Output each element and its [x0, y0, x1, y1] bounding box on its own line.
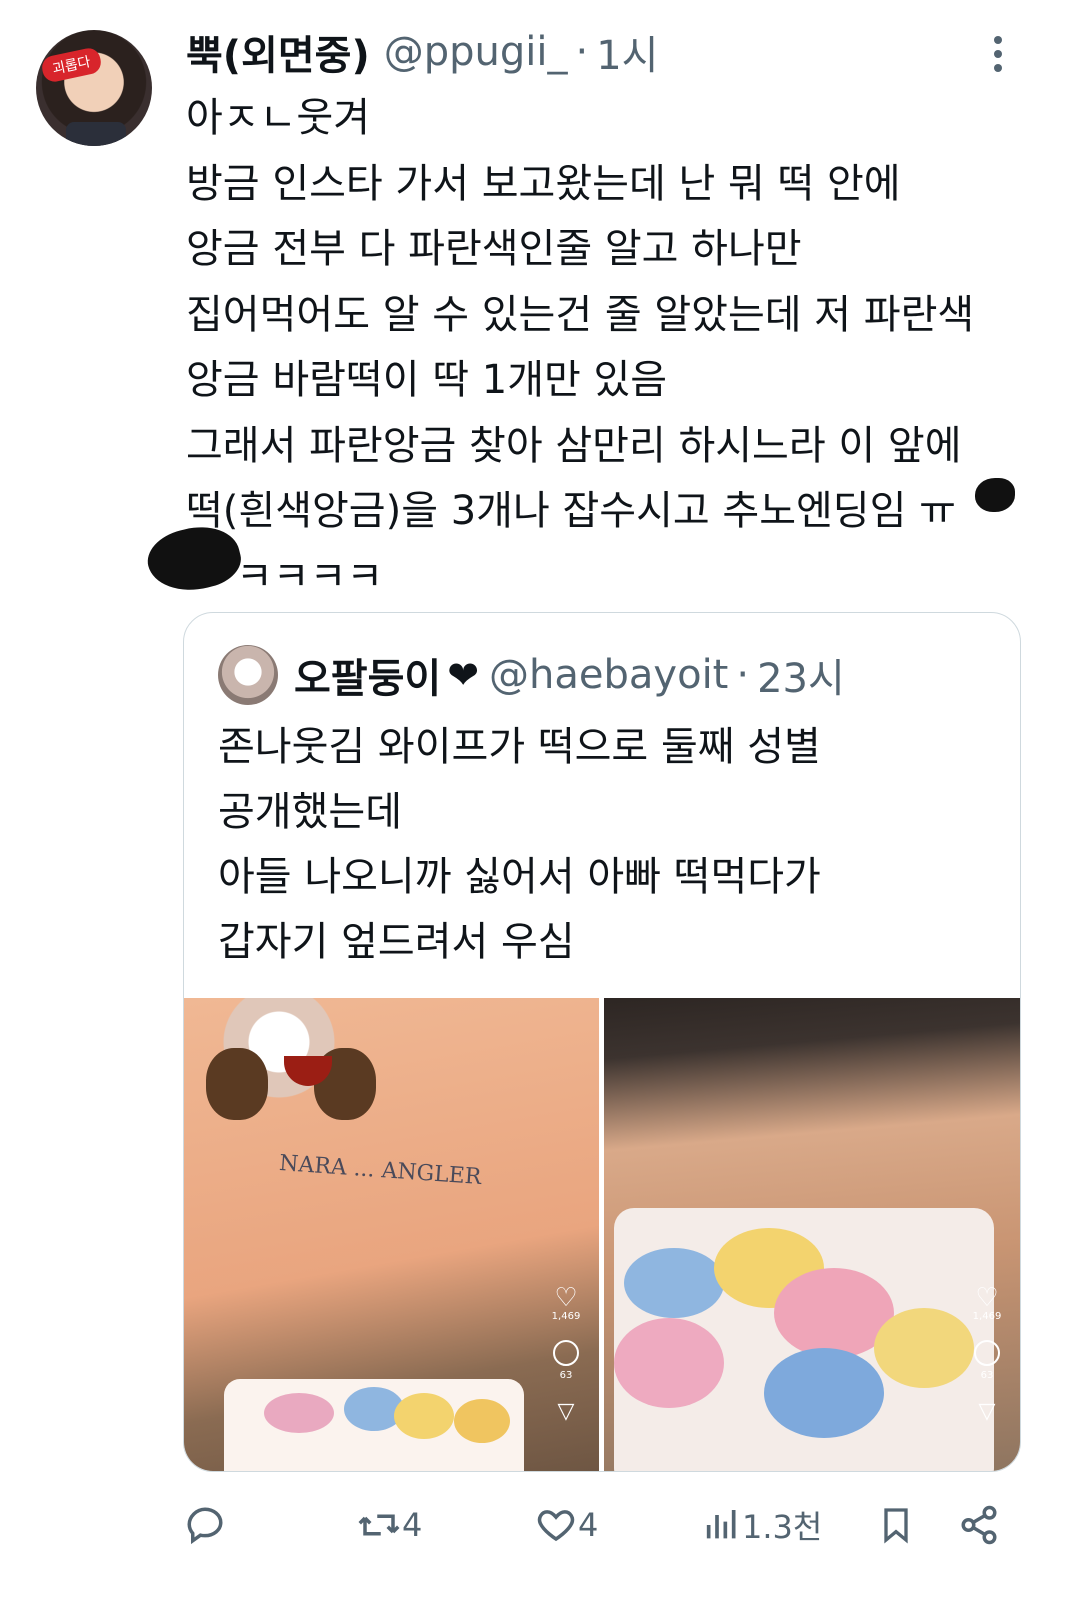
retweet-icon [358, 1514, 400, 1536]
media-image-1[interactable]: NARA ... ANGLER ♡ 1,469 63 ▽ [184, 998, 599, 1471]
quoted-tweet-card[interactable]: 오팔둥이 ❤ @haebayoit · 23시 존나웃김 와이프가 떡으로 둘째… [183, 612, 1021, 1472]
heart-icon [537, 1510, 575, 1542]
author-name[interactable]: 뿍(외면중) [186, 23, 370, 81]
tweet-line: 떡(흰색앙금)을 3개나 잡수시고 추노엔딩임 ㅠ [186, 488, 956, 534]
avatar-collar [66, 122, 126, 146]
ig-overlay-icons: ♡ 1,469 63 ▽ [551, 1285, 581, 1424]
share-icon [961, 1505, 997, 1545]
tweet-line: 앙금 전부 다 파란색인줄 알고 하나만 [186, 226, 802, 272]
animal-face-sticker [204, 998, 376, 1120]
separator-dot: · [736, 652, 750, 698]
more-options-icon[interactable] [980, 32, 1016, 76]
author-handle[interactable]: @ppugii_ [384, 29, 568, 75]
quoted-line: 갑자기 엎드려서 우심 [218, 919, 575, 965]
bookmark-button[interactable] [876, 1500, 916, 1550]
avatar-badge: 괴롭다 [39, 46, 103, 84]
heart-emoji-icon: ❤ [447, 653, 480, 697]
share-button[interactable] [958, 1500, 1000, 1550]
media-grid: NARA ... ANGLER ♡ 1,469 63 ▽ ♡ 1,469 63 … [184, 998, 1020, 1471]
views-chart-icon [706, 1510, 736, 1539]
tweet-time[interactable]: 1시 [596, 23, 658, 81]
tweet-line: 아ㅈㄴ웃겨 [186, 95, 370, 141]
send-overlay-icon: ▽ [557, 1399, 575, 1424]
tweet-text: 아ㅈㄴ웃겨 방금 인스타 가서 보고왔는데 난 뭐 떡 안에 앙금 전부 다 파… [186, 86, 1066, 610]
retweet-button[interactable]: 4 [356, 1500, 422, 1550]
quoted-time[interactable]: 23시 [757, 646, 845, 704]
view-count: 1.3천 [742, 1508, 823, 1546]
rice-cake-box [614, 1208, 994, 1471]
retweet-count: 4 [402, 1506, 423, 1544]
comment-overlay-count: 63 [559, 1370, 573, 1381]
tweet-header: 뿍(외면중) @ppugii_ · 1시 [186, 23, 658, 81]
separator-dot: · [575, 29, 589, 75]
views-button[interactable]: 1.3천 [702, 1500, 822, 1550]
like-count: 4 [578, 1506, 599, 1544]
quoted-handle[interactable]: @haebayoit [489, 652, 728, 698]
action-bar: 4 4 1.3천 [0, 1500, 1080, 1550]
bookmark-icon [884, 1508, 908, 1544]
author-avatar[interactable]: 괴롭다 [36, 30, 152, 146]
like-overlay-icon: ♡ [975, 1283, 999, 1313]
comment-overlay-icon [553, 1340, 579, 1366]
tweet-line: 그래서 파란앙금 찾아 삼만리 하시느라 이 앞에 [186, 422, 962, 469]
like-overlay-count: 1,469 [551, 1311, 581, 1322]
like-overlay-icon: ♡ [554, 1283, 578, 1313]
sticker-hand [206, 1048, 268, 1120]
quoted-author-name[interactable]: 오팔둥이 [294, 646, 441, 704]
media-image-2[interactable]: ♡ 1,469 63 ▽ [604, 998, 1020, 1471]
comment-overlay-icon [974, 1340, 1000, 1366]
tweet-line: 방금 인스타 가서 보고왔는데 난 뭐 떡 안에 [186, 160, 901, 207]
rice-cake-tray [224, 1379, 524, 1471]
quoted-header: 오팔둥이 ❤ @haebayoit · 23시 [294, 645, 845, 705]
tweet-line: 앙금 바람떡이 딱 1개만 있음 [186, 357, 668, 403]
quoted-line: 아들 나오니까 싫어서 아빠 떡먹다가 [218, 854, 821, 900]
ig-overlay-icons: ♡ 1,469 63 ▽ [972, 1285, 1002, 1424]
like-overlay-count: 1,469 [972, 1311, 1002, 1322]
tweet-line: ㅋㅋㅋㅋ [236, 553, 384, 600]
reply-icon [187, 1507, 223, 1545]
quoted-line: 공개했는데 [218, 789, 402, 835]
quoted-line: 존나웃김 와이프가 떡으로 둘째 성별 [218, 724, 821, 770]
tweet-line: 집어먹어도 알 수 있는건 줄 알았는데 저 파란색 [186, 291, 975, 338]
reply-button[interactable] [184, 1500, 226, 1550]
quoted-author-avatar[interactable] [218, 645, 278, 705]
send-overlay-icon: ▽ [978, 1399, 996, 1424]
like-button[interactable]: 4 [534, 1500, 598, 1550]
quoted-text: 존나웃김 와이프가 떡으로 둘째 성별 공개했는데 아들 나오니까 싫어서 아빠… [218, 715, 998, 975]
scribble-mark [975, 478, 1015, 512]
shirt-print: NARA ... ANGLER [278, 1150, 483, 1191]
comment-overlay-count: 63 [980, 1370, 994, 1381]
